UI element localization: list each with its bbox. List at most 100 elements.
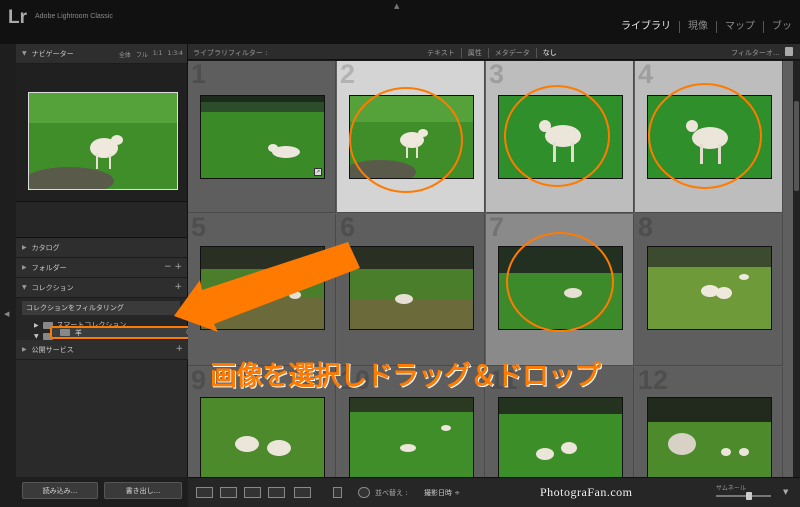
grid-cell[interactable]: 8	[635, 212, 783, 366]
edit-badge-icon: ↗	[314, 168, 322, 176]
zoom-1-1[interactable]: 1:1	[153, 50, 163, 59]
import-export-bar: 読み込み... 書き出し...	[16, 477, 188, 507]
scrollbar-thumb[interactable]	[794, 101, 799, 191]
cell-index: 2	[340, 61, 356, 89]
sort-label: 並べ替え :	[375, 489, 408, 497]
thumbnail-size-slider[interactable]	[716, 492, 771, 500]
module-map[interactable]: マップ	[716, 21, 763, 33]
filter-tab-none[interactable]: なし	[535, 48, 563, 58]
publish-add-icon[interactable]: +	[175, 344, 183, 354]
left-panel: ▼ ナビゲーター 全体 フル 1:1 1:3:4 ▶ カタログ ▶ フォルダー …	[16, 44, 198, 507]
collection-filter-input[interactable]: コレクションをフィルタリング	[22, 301, 180, 315]
module-develop[interactable]: 現像	[679, 21, 716, 33]
folders-label: フォルダー	[31, 263, 67, 272]
photo-thumbnail[interactable]	[349, 397, 474, 477]
publish-services-header-wrap: ▶ 公開サービス +	[16, 340, 188, 360]
left-panel-toggle-icon[interactable]: ◀	[4, 310, 9, 318]
lightroom-logo: Lr	[8, 7, 27, 28]
navigator-image[interactable]	[28, 92, 178, 190]
photo-thumbnail[interactable]	[200, 397, 325, 477]
people-view-icon[interactable]	[294, 487, 311, 498]
grid-cell[interactable]: 12	[635, 365, 783, 477]
sheep-collection-label: 羊	[75, 328, 82, 337]
grid-cell[interactable]: 1 ↗	[188, 61, 336, 213]
survey-view-icon[interactable]	[268, 487, 285, 498]
app-name: Adobe Lightroom Classic	[35, 13, 113, 20]
collection-icon	[60, 329, 70, 336]
navigator-preview	[16, 64, 187, 202]
cell-index: 3	[489, 61, 505, 89]
module-library[interactable]: ライブラリ	[613, 21, 679, 33]
filter-tab-attribute[interactable]: 属性	[460, 48, 488, 58]
cell-index: 7	[489, 212, 505, 242]
lock-icon[interactable]	[785, 47, 793, 56]
import-button[interactable]: 読み込み...	[22, 482, 98, 499]
navigator-zoom-modes: 全体 フル 1:1 1:3:4	[119, 50, 183, 59]
expand-triangle-icon: ▶	[22, 244, 27, 251]
collapse-triangle-icon: ▼	[22, 284, 27, 291]
photo-thumbnail[interactable]	[349, 246, 474, 330]
sort-dropdown[interactable]: 撮影日時 ÷	[424, 488, 460, 498]
navigator-label: ナビゲーター	[31, 49, 74, 58]
module-picker: ライブラリ 現像 マップ ブッ	[613, 21, 800, 33]
expand-triangle-icon: ▶	[22, 346, 27, 353]
filter-tab-metadata[interactable]: メタデータ	[487, 48, 536, 58]
module-book[interactable]: ブッ	[763, 21, 800, 33]
top-bar: Lr Adobe Lightroom Classic ▲ ライブラリ 現像 マッ…	[0, 0, 800, 44]
photo-thumbnail[interactable]	[647, 95, 772, 179]
cell-index: 9	[191, 365, 207, 395]
cell-index: 12	[638, 365, 669, 395]
grid-view-icon[interactable]	[196, 487, 213, 498]
photo-thumbnail[interactable]	[498, 246, 623, 330]
catalog-label: カタログ	[31, 243, 60, 252]
photo-thumbnail[interactable]: ↗	[200, 95, 325, 179]
thumbnail-size-label: サムネール	[716, 485, 746, 492]
loupe-view-icon[interactable]	[220, 487, 237, 498]
collections-header[interactable]: ▼ コレクション +	[16, 278, 187, 298]
compare-view-icon[interactable]	[244, 487, 261, 498]
grid-cell-selected[interactable]: 3	[486, 61, 634, 213]
grid-cell-selected[interactable]: 2	[337, 61, 485, 213]
photo-thumbnail[interactable]	[498, 397, 623, 477]
slider-knob[interactable]	[746, 492, 752, 500]
navigator-spacer	[16, 202, 187, 238]
cell-index: 8	[638, 212, 654, 242]
expand-triangle-icon: ▶	[34, 321, 39, 329]
collapse-triangle-icon: ▼	[34, 332, 39, 340]
navigator-header[interactable]: ▼ ナビゲーター 全体 フル 1:1 1:3:4	[16, 44, 187, 64]
photo-thumbnail[interactable]	[349, 95, 474, 179]
cell-index: 1	[191, 61, 207, 89]
export-button[interactable]: 書き出し...	[104, 482, 182, 499]
sort-direction-icon[interactable]	[358, 487, 370, 498]
grid-cell-selected[interactable]: 4	[635, 61, 783, 213]
filter-tabs: テキスト 属性 メタデータ なし	[421, 48, 563, 58]
filter-preset-dropdown[interactable]: フィルターオ...	[731, 48, 780, 58]
zoom-fit[interactable]: 全体	[119, 50, 131, 59]
photo-thumbnail[interactable]	[498, 95, 623, 179]
left-panel-edge: ◀	[0, 44, 16, 507]
zoom-fill[interactable]: フル	[136, 50, 148, 59]
zoom-custom[interactable]: 1:3:4	[168, 50, 184, 59]
library-filter-bar: ライブラリフィルター : テキスト 属性 メタデータ なし フィルターオ...	[188, 44, 800, 60]
photo-thumbnail[interactable]	[647, 246, 772, 330]
catalog-header[interactable]: ▶ カタログ	[16, 238, 187, 258]
library-filter-label: ライブラリフィルター :	[193, 49, 268, 57]
watermark: PhotograFan.com	[540, 485, 633, 499]
grid-scrollbar[interactable]	[793, 61, 800, 477]
spray-can-icon[interactable]	[333, 487, 342, 498]
collections-label: コレクション	[31, 283, 74, 292]
grid-cell-selected[interactable]: 7	[486, 212, 634, 366]
publish-services-header[interactable]: ▶ 公開サービス +	[16, 340, 188, 360]
expand-triangle-icon: ▶	[22, 264, 27, 271]
cell-index: 4	[638, 61, 654, 89]
publish-services-label: 公開サービス	[31, 345, 74, 354]
folders-header[interactable]: ▶ フォルダー − +	[16, 258, 187, 278]
bottom-toolbar: 並べ替え : 撮影日時 ÷ PhotograFan.com サムネール ▼	[188, 477, 800, 507]
filter-tab-text[interactable]: テキスト	[421, 48, 461, 58]
instruction-caption: 画像を選択しドラッグ＆ドロップ	[210, 361, 601, 392]
collapse-triangle-icon: ▼	[22, 50, 27, 57]
drag-arrow-icon	[174, 242, 360, 332]
toolbar-menu-chevron-icon[interactable]: ▼	[783, 488, 788, 496]
top-panel-toggle-icon[interactable]: ▲	[394, 2, 399, 10]
photo-thumbnail[interactable]	[647, 397, 772, 477]
